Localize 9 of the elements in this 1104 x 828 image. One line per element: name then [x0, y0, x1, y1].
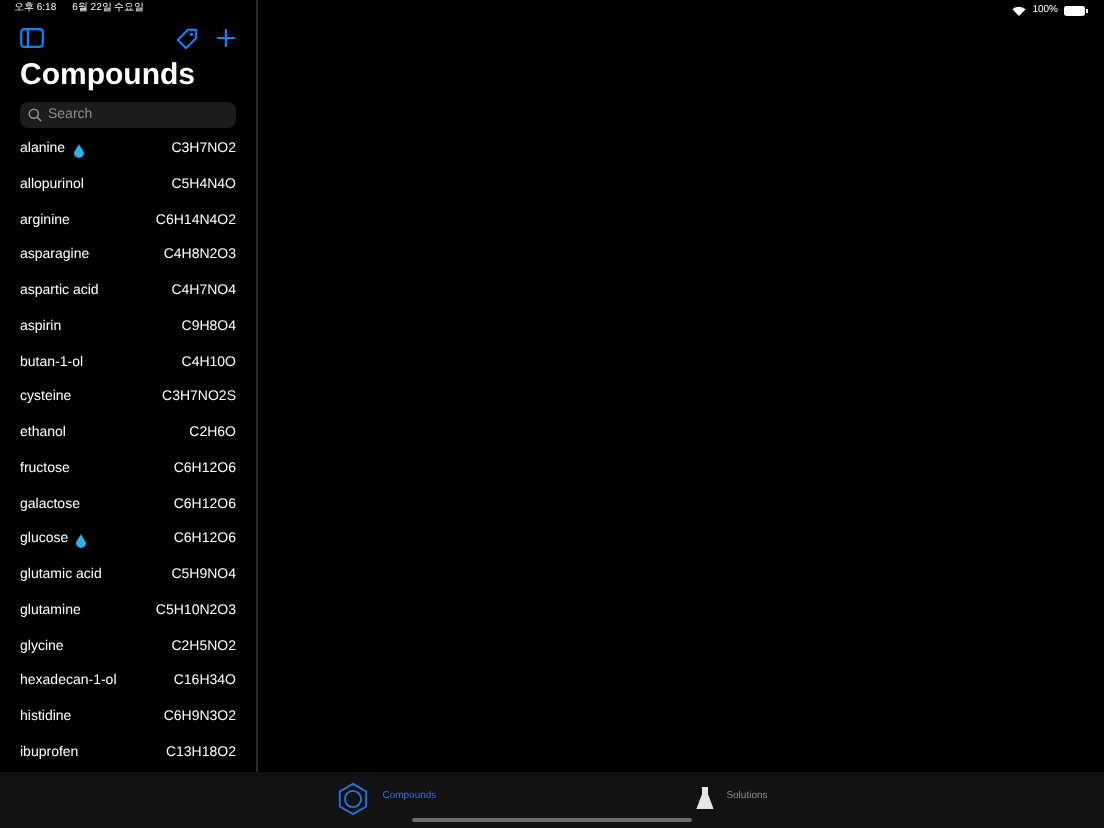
battery-icon [1064, 6, 1088, 17]
add-icon[interactable] [216, 28, 236, 49]
tag-icon[interactable] [176, 27, 198, 50]
sidebar-toggle-icon[interactable] [20, 28, 44, 49]
wifi-icon [1012, 6, 1027, 17]
search-icon [28, 107, 42, 121]
hexagon-ring-icon [336, 781, 371, 815]
flask-icon [696, 786, 715, 810]
sidebar-title: Compounds [18, 57, 197, 93]
